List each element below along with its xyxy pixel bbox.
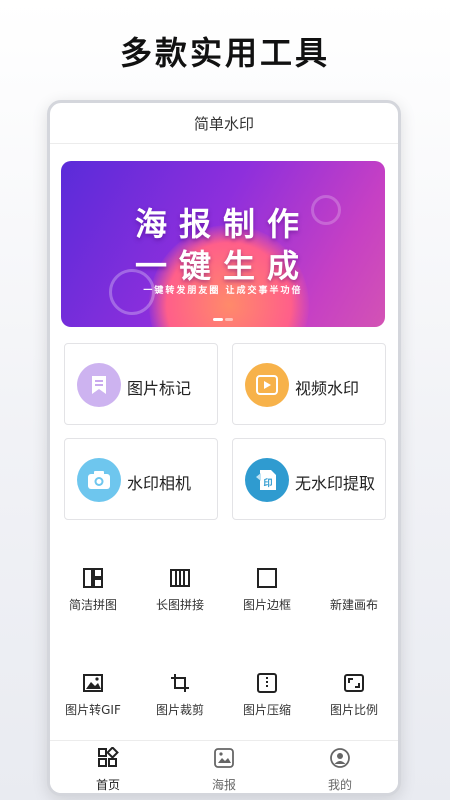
tool-image-to-gif[interactable]: 图片转GIF: [50, 671, 136, 718]
nav-label: 首页: [95, 778, 120, 792]
image-border-icon: [257, 568, 277, 588]
tool-long-image-stitch[interactable]: 长图拼接: [137, 566, 223, 613]
compress-icon: [257, 673, 277, 693]
watermark-extract-icon: 印: [256, 470, 276, 490]
feature-icon-bg: 印: [245, 458, 289, 502]
tool-simple-collage[interactable]: 简洁拼图: [50, 566, 136, 613]
bottom-nav: 首页 海报 我的: [50, 740, 398, 793]
title-divider: [50, 143, 398, 144]
carousel-indicator: [61, 318, 385, 321]
feature-card-watermark-camera[interactable]: 水印相机: [64, 438, 218, 520]
feature-icon-bg: [245, 363, 289, 407]
tool-label: 图片转GIF: [65, 703, 121, 717]
image-to-gif-icon: [83, 674, 103, 692]
bookmark-icon: [92, 376, 106, 394]
banner-title-line1: 海报制作: [134, 205, 311, 243]
profile-icon: [330, 748, 350, 768]
crop-icon: [171, 674, 189, 692]
tool-label: 长图拼接: [155, 598, 204, 612]
promo-headline: 多款实用工具: [119, 34, 330, 72]
tool-label: 新建画布: [329, 598, 378, 612]
feature-icon-bg: [77, 458, 121, 502]
tool-label: 图片比例: [329, 703, 378, 717]
app-title: 简单水印: [193, 115, 254, 133]
play-icon: [256, 375, 278, 395]
app-screen: 简单水印 海报制作 一键生成 一键转发朋友圈 让成交事半功倍 图片标记 视频水印…: [47, 100, 401, 796]
tool-crop[interactable]: 图片裁剪: [137, 671, 223, 718]
simple-collage-icon: [83, 568, 103, 588]
feature-label: 无水印提取: [295, 474, 376, 493]
feature-card-watermark-extract[interactable]: 印 无水印提取: [232, 438, 386, 520]
nav-item-home[interactable]: 首页: [50, 746, 166, 793]
home-grid-icon: [98, 746, 119, 767]
feature-label: 图片标记: [127, 379, 192, 398]
feature-card-video-watermark[interactable]: 视频水印: [232, 343, 386, 425]
feature-label: 视频水印: [295, 379, 360, 398]
tool-label: 图片压缩: [242, 703, 291, 717]
tool-new-canvas[interactable]: 新建画布: [311, 566, 397, 613]
svg-text:印: 印: [263, 477, 272, 489]
banner-title-line2: 一键生成: [134, 247, 311, 285]
feature-icon-bg: [77, 363, 121, 407]
tool-aspect-ratio[interactable]: 图片比例: [311, 671, 397, 718]
feature-card-image-mark[interactable]: 图片标记: [64, 343, 218, 425]
tool-label: 图片边框: [242, 598, 291, 612]
nav-label: 海报: [211, 778, 236, 792]
carousel-dot-active: [213, 318, 223, 321]
nav-item-poster[interactable]: 海报: [166, 747, 282, 793]
long-image-stitch-icon: [170, 569, 190, 587]
nav-label: 我的: [327, 778, 352, 792]
aspect-ratio-icon: [344, 674, 364, 692]
carousel-dot: [225, 318, 233, 321]
new-canvas-icon: [311, 566, 397, 590]
poster-icon: [214, 748, 234, 768]
tool-label: 图片裁剪: [155, 703, 204, 717]
poster-banner[interactable]: 海报制作 一键生成 一键转发朋友圈 让成交事半功倍: [61, 161, 385, 327]
tool-compress[interactable]: 图片压缩: [224, 671, 310, 718]
camera-icon: [88, 471, 110, 489]
banner-tagline: 一键转发朋友圈 让成交事半功倍: [143, 286, 303, 296]
tool-label: 简洁拼图: [68, 598, 117, 612]
tool-image-border[interactable]: 图片边框: [224, 566, 310, 613]
feature-label: 水印相机: [127, 474, 192, 493]
nav-item-profile[interactable]: 我的: [282, 747, 398, 793]
